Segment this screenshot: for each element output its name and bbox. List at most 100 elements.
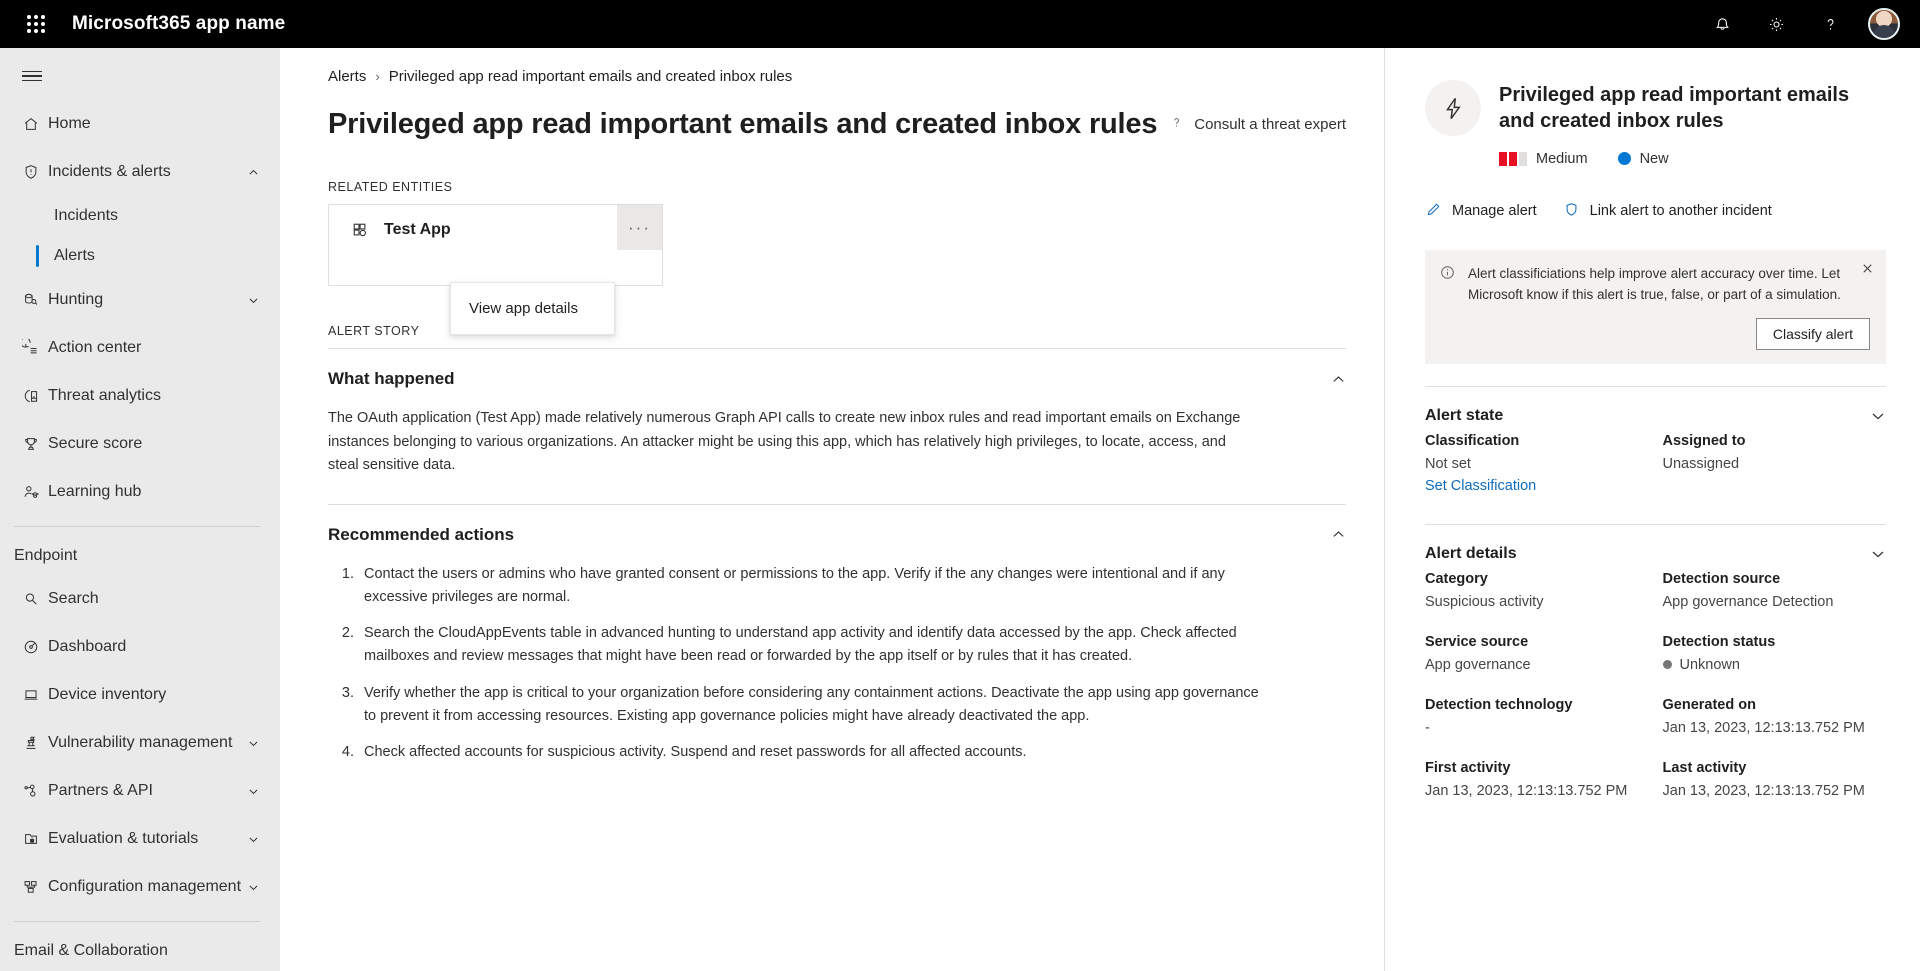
sidebar-item-device-inventory[interactable]: Device inventory (0, 671, 280, 719)
field-last-activity: Last activity Jan 13, 2023, 12:13:13.752… (1663, 760, 1887, 799)
chevron-down-icon[interactable] (247, 737, 260, 750)
chevron-down-icon[interactable] (1870, 408, 1886, 424)
sidebar-item-alerts[interactable]: Alerts (0, 236, 280, 276)
chevron-down-icon[interactable] (247, 294, 260, 307)
alert-state-header[interactable]: Alert state (1425, 387, 1886, 433)
home-icon (14, 115, 48, 133)
what-happened-header[interactable]: What happened (280, 349, 1384, 407)
sidebar-item-label: Threat analytics (48, 387, 161, 404)
configuration-icon (14, 878, 48, 896)
user-avatar[interactable] (1868, 8, 1900, 40)
sidebar-item-learning-hub[interactable]: Learning hub (0, 468, 280, 516)
evaluation-icon (14, 830, 48, 848)
sidebar-item-action-center[interactable]: Action center (0, 324, 280, 372)
sidebar-item-label: Hunting (48, 291, 104, 308)
field-classification: Classification Not set Set Classificatio… (1425, 433, 1649, 494)
breadcrumb: Alerts › Privileged app read important e… (280, 48, 1384, 85)
consult-threat-expert-label: Consult a threat expert (1194, 116, 1346, 133)
field-value: - (1425, 719, 1430, 736)
page-title-row: Privileged app read important emails and… (280, 85, 1384, 142)
field-value: Jan 13, 2023, 12:13:13.752 PM (1662, 719, 1865, 736)
field-key: Service source (1425, 633, 1529, 650)
sidebar-item-partners-api[interactable]: Partners & API (0, 767, 280, 815)
sidebar-group-email-collaboration: Email & Collaboration (14, 942, 168, 959)
field-category: Category Suspicious activity (1425, 571, 1649, 610)
sidebar-item-secure-score[interactable]: Secure score (0, 420, 280, 468)
sidebar-item-label: Search (48, 590, 99, 607)
notification-bell-icon[interactable] (1698, 0, 1746, 48)
manage-alert-button[interactable]: Manage alert (1425, 201, 1537, 222)
context-menu-item-view-app-details[interactable]: View app details (451, 289, 614, 328)
chevron-down-icon[interactable] (247, 785, 260, 798)
close-icon[interactable] (1861, 262, 1874, 275)
list-item: Search the CloudAppEvents table in advan… (358, 622, 1272, 668)
chevron-up-icon[interactable] (1331, 372, 1346, 387)
sidebar-item-evaluation-tutorials[interactable]: Evaluation & tutorials (0, 815, 280, 863)
alert-story-label: ALERT STORY (328, 324, 420, 339)
sidebar-item-search[interactable]: Search (0, 575, 280, 623)
content-area: Alerts › Privileged app read important e… (280, 48, 1920, 971)
chevron-up-icon[interactable] (1331, 527, 1346, 542)
field-key: Detection status (1662, 633, 1776, 650)
alert-details-header[interactable]: Alert details (1425, 525, 1886, 571)
help-question-icon (1169, 115, 1184, 134)
field-key: Detection source (1662, 570, 1781, 587)
chevron-down-icon[interactable] (1870, 546, 1886, 562)
consult-threat-expert-button[interactable]: Consult a threat expert (1169, 107, 1346, 134)
field-value: App governance (1425, 656, 1531, 673)
entity-card-test-app[interactable]: Test App ··· (328, 204, 663, 287)
link-alert-label: Link alert to another incident (1589, 203, 1772, 220)
sidebar-item-hunting[interactable]: Hunting (0, 276, 280, 324)
action-center-icon (14, 339, 48, 357)
entity-name: Test App (384, 221, 451, 239)
sidebar-item-home[interactable]: Home (0, 100, 280, 148)
partners-api-icon (14, 782, 48, 800)
recommended-actions-header[interactable]: Recommended actions (280, 505, 1384, 563)
severity-badge: Medium (1499, 151, 1588, 167)
classification-notice: Alert classificiations help improve aler… (1425, 249, 1886, 364)
field-key: Classification (1425, 432, 1520, 449)
link-alert-button[interactable]: Link alert to another incident (1563, 201, 1772, 222)
field-generated-on: Generated on Jan 13, 2023, 12:13:13.752 … (1663, 697, 1887, 736)
waffle-grid-icon[interactable] (14, 2, 58, 46)
sidebar-item-threat-analytics[interactable]: Threat analytics (0, 372, 280, 420)
related-entities-label: RELATED ENTITIES (328, 180, 453, 195)
hamburger-menu-icon[interactable] (4, 52, 60, 100)
sidebar-item-label: Dashboard (48, 638, 127, 655)
sidebar-item-label: Home (48, 115, 91, 132)
chevron-up-icon[interactable] (247, 166, 260, 179)
alert-badges: Medium New (1499, 151, 1886, 167)
sidebar-item-label: Action center (48, 339, 142, 356)
related-entities-area: Test App ··· View app details (280, 204, 1384, 336)
sidebar-item-incidents-alerts[interactable]: Incidents & alerts (0, 148, 280, 196)
alert-state-title: Alert state (1425, 406, 1504, 424)
sidebar-item-label: Evaluation & tutorials (48, 830, 199, 847)
sidebar-group-endpoint: Endpoint (14, 547, 78, 564)
field-value: App governance Detection (1662, 593, 1834, 610)
sidebar-item-label: Secure score (48, 435, 143, 452)
field-key: Generated on (1662, 696, 1756, 713)
sidebar-item-label: Partners & API (48, 782, 153, 799)
settings-gear-icon[interactable] (1752, 0, 1800, 48)
sidebar-item-incidents[interactable]: Incidents (0, 196, 280, 236)
sidebar-subitem-label: Incidents (54, 207, 119, 224)
entity-context-menu: View app details (450, 282, 615, 336)
breadcrumb-alerts-link[interactable]: Alerts (328, 68, 366, 85)
entity-more-options-button[interactable]: ··· (617, 205, 662, 251)
sidebar-item-dashboard[interactable]: Dashboard (0, 623, 280, 671)
sidebar-item-configuration-management[interactable]: Configuration management (0, 863, 280, 911)
set-classification-link[interactable]: Set Classification (1425, 478, 1649, 494)
chevron-down-icon[interactable] (247, 881, 260, 894)
field-key: First activity (1425, 759, 1511, 776)
status-dot-icon (1617, 152, 1631, 166)
chevron-down-icon[interactable] (247, 833, 260, 846)
sidebar-item-label: Configuration management (48, 878, 242, 895)
status-dot-icon (1662, 660, 1672, 670)
sidebar-item-vulnerability-management[interactable]: Vulnerability management (0, 719, 280, 767)
lightning-bolt-icon (1425, 80, 1481, 136)
shield-alert-icon (14, 163, 48, 181)
field-detection-source: Detection source App governance Detectio… (1663, 571, 1887, 610)
classify-alert-button[interactable]: Classify alert (1755, 317, 1870, 350)
help-question-icon[interactable] (1806, 0, 1854, 48)
field-assigned-to: Assigned to Unassigned (1663, 433, 1887, 494)
